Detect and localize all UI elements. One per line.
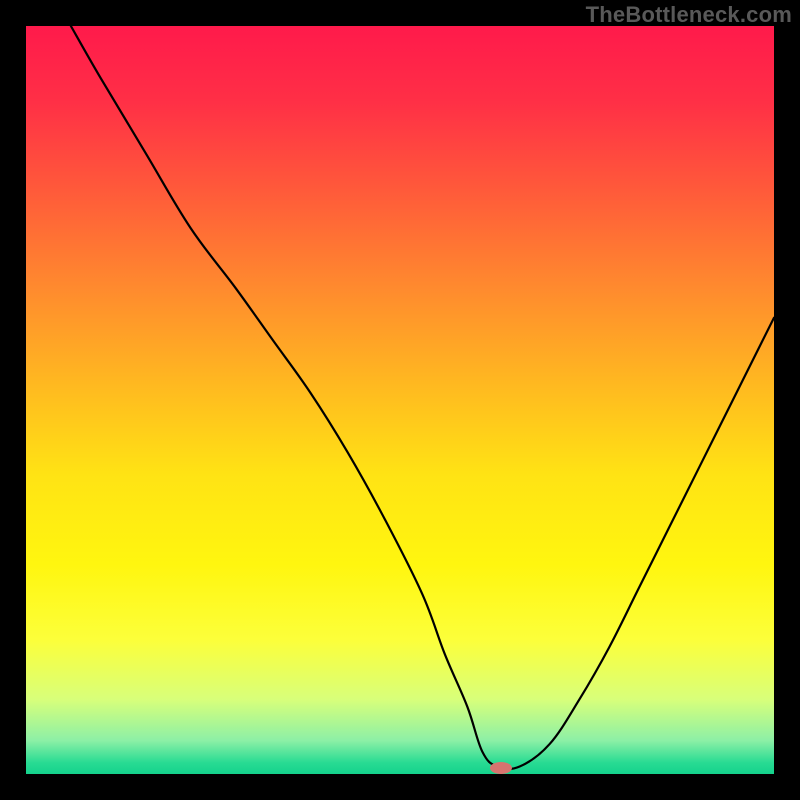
plot-area	[26, 26, 774, 774]
gradient-background	[26, 26, 774, 774]
attribution-label: TheBottleneck.com	[586, 2, 792, 28]
optimal-marker	[490, 762, 512, 774]
chart-frame: TheBottleneck.com	[0, 0, 800, 800]
bottleneck-chart	[26, 26, 774, 774]
